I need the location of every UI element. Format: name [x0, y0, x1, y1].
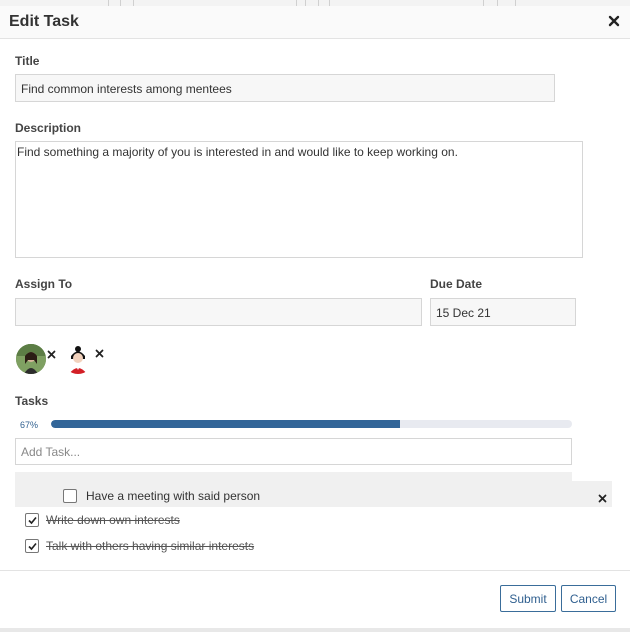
modal-title: Edit Task [9, 13, 79, 30]
checkmark-icon [28, 516, 37, 525]
description-label: Description [15, 121, 82, 135]
assign-to-input[interactable] [15, 298, 422, 326]
cancel-button[interactable]: Cancel [561, 585, 616, 612]
task-checkbox-checked[interactable] [25, 513, 39, 527]
modal-header: Edit Task [0, 6, 630, 39]
remove-assignee-icon[interactable] [47, 346, 56, 359]
task-item-label: Have a meeting with said person [86, 489, 261, 503]
task-drop-zone [15, 472, 572, 481]
due-date-label: Due Date [430, 277, 483, 291]
add-task-input[interactable] [15, 438, 572, 465]
avatar-photo-icon [16, 344, 46, 374]
footer-divider [0, 570, 630, 571]
task-item-label: Write down own interests [46, 513, 180, 527]
edit-task-modal: Edit Task Title Find common interests am… [0, 0, 630, 632]
submit-button[interactable]: Submit [500, 585, 556, 612]
title-input[interactable]: Find common interests among mentees [15, 74, 555, 102]
progress-percent: 67% [20, 420, 39, 430]
task-checkbox[interactable] [63, 489, 77, 503]
task-item-dragging[interactable]: Have a meeting with said person [15, 481, 612, 507]
tasks-label: Tasks [15, 394, 49, 408]
task-item-label: Talk with others having similar interest… [46, 539, 255, 553]
progress-bar-fill [51, 420, 401, 428]
avatar-illustration-icon [63, 344, 93, 374]
due-date-input[interactable]: 15 Dec 21 [430, 298, 576, 326]
remove-assignee-icon[interactable] [95, 345, 104, 358]
close-icon[interactable] [607, 14, 621, 28]
delete-task-icon[interactable] [598, 490, 607, 503]
checkmark-icon [28, 542, 37, 551]
assign-to-label: Assign To [15, 277, 73, 291]
task-checkbox-checked[interactable] [25, 539, 39, 553]
title-label: Title [15, 54, 40, 68]
progress-bar [51, 420, 572, 428]
description-textarea[interactable]: Find something a majority of you is inte… [15, 141, 583, 258]
